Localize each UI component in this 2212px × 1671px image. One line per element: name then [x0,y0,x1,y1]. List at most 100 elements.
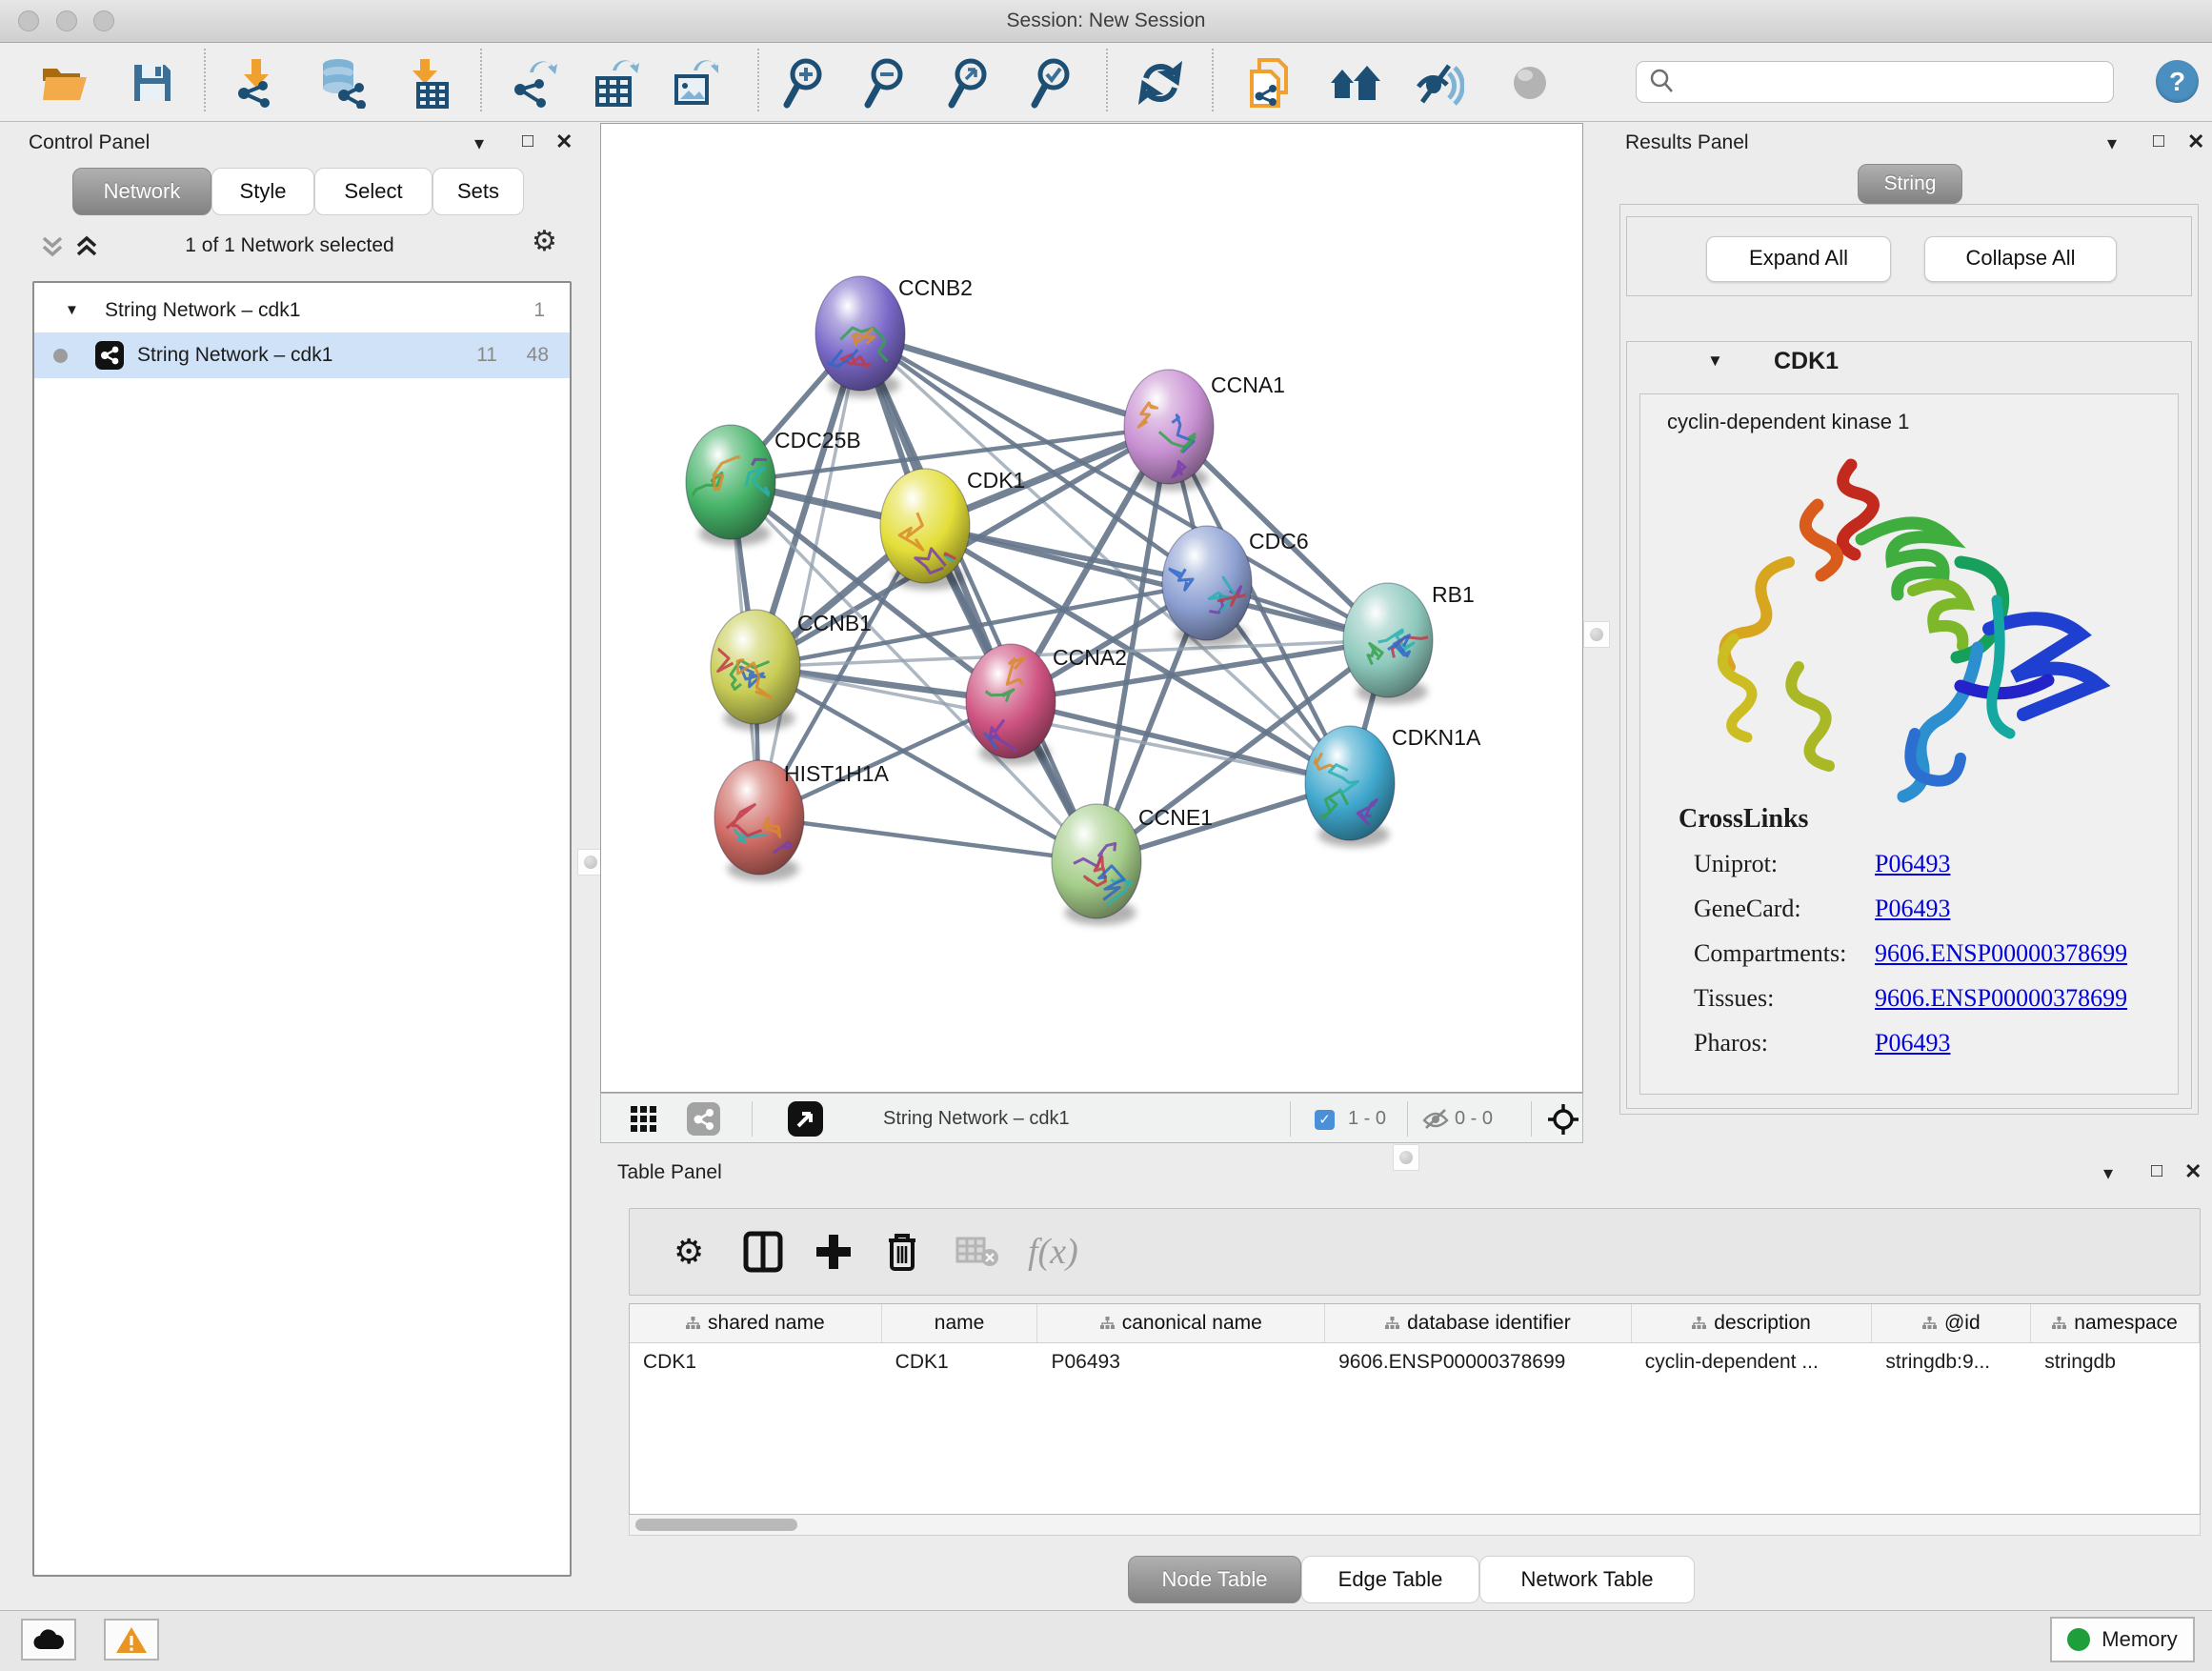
table-settings-gear-icon[interactable]: ⚙ [674,1209,704,1295]
expand-all-button[interactable]: Expand All [1706,236,1891,282]
zoom-out-icon[interactable] [858,56,914,110]
search-field[interactable] [1636,61,2114,103]
node-label-RB1: RB1 [1432,582,1475,607]
crosslinks-title: CrossLinks [1679,804,1808,835]
column-header-label: name [935,1312,985,1335]
show-columns-icon[interactable] [742,1209,784,1295]
toolbar-separator [480,49,482,111]
panel-float-icon[interactable]: □ [2153,131,2164,152]
tab-string[interactable]: String [1858,164,1962,204]
toolbar-separator [1531,1101,1532,1137]
crosslink-label: GeneCard: [1694,895,1801,922]
zoom-fit-icon[interactable] [942,56,997,110]
network-badge-icon[interactable] [687,1102,720,1136]
birdseye-toggle-icon[interactable] [1546,1102,1580,1137]
column-header-canonical-name[interactable]: canonical name [1037,1304,1325,1342]
delete-column-icon[interactable] [883,1209,921,1295]
table-header-row: shared name name canonical namedatabase id… [630,1304,2200,1343]
column-header-description[interactable]: description [1632,1304,1873,1342]
network-canvas[interactable]: CCNB2CCNA1CDC25BCDK1CDC6RB1CCNB1CCNA2CDK… [600,123,1583,1093]
scrollbar-thumb[interactable] [635,1519,797,1531]
node-label-CCNA2: CCNA2 [1053,645,1127,670]
table-cell: cyclin-dependent ... [1632,1343,1873,1381]
expand-collapse-bar: Expand All Collapse All [1626,216,2192,296]
table-row[interactable]: CDK1CDK1P064939606.ENSP00000378699cyclin… [630,1343,2200,1381]
column-header-database-identifier[interactable]: database identifier [1325,1304,1632,1342]
tab-edge-table[interactable]: Edge Table [1301,1556,1479,1603]
table-horizontal-scrollbar[interactable] [629,1515,2201,1536]
panel-close-icon[interactable]: ✕ [555,130,573,154]
new-network-from-selection-icon[interactable] [1242,56,1297,110]
results-panel: Results Panel ▾ □ ✕ String Expand All Co… [1619,122,2212,1143]
panel-menu-caret-icon[interactable]: ▾ [2107,131,2117,155]
zoom-in-icon[interactable] [777,56,833,110]
import-network-file-icon[interactable] [228,56,283,110]
apply-layout-icon[interactable] [1133,56,1188,110]
crosslink-link[interactable]: 9606.ENSP00000378699 [1875,984,2127,1013]
table-cell: CDK1 [882,1343,1038,1381]
export-image-icon[interactable] [666,56,721,110]
panel-menu-caret-icon[interactable]: ▾ [474,131,484,155]
network-options-gear-icon[interactable]: ⚙ [532,225,557,258]
open-in-window-icon[interactable] [788,1101,823,1137]
network-graph[interactable]: CCNB2CCNA1CDC25BCDK1CDC6RB1CCNB1CCNA2CDK… [601,124,1582,1092]
open-session-icon[interactable] [37,56,92,110]
show-graphics-details-icon[interactable] [1411,56,1466,110]
function-builder-icon: f(x) [1028,1209,1078,1295]
grid-view-icon[interactable] [630,1105,658,1134]
first-neighbors-icon[interactable] [1328,56,1383,110]
column-header-name[interactable]: name [882,1304,1038,1342]
panel-close-icon[interactable]: ✕ [2187,130,2204,154]
memory-button[interactable]: Memory [2050,1617,2195,1662]
export-table-icon[interactable] [587,56,642,110]
panel-menu-caret-icon[interactable]: ▾ [2103,1161,2113,1185]
panel-float-icon[interactable]: □ [522,131,533,152]
export-network-icon[interactable] [506,56,561,110]
birdseye-view-icon[interactable] [1502,56,1558,110]
collection-name: String Network – cdk1 [105,289,300,332]
panel-float-icon[interactable]: □ [2151,1160,2162,1182]
selected-checkbox[interactable]: ✓ [1315,1110,1335,1130]
collection-caret-icon[interactable]: ▼ [65,289,79,332]
help-button[interactable]: ? [2156,60,2199,103]
search-input[interactable] [1684,67,2113,97]
section-caret-icon[interactable]: ▼ [1707,352,1723,371]
control-panel: Control Panel ▾ □ ✕ NetworkStyleSelectSe… [10,122,570,1595]
gene-name: CDK1 [1774,348,1839,375]
import-network-database-icon[interactable] [313,56,369,110]
toolbar-separator [757,49,759,111]
tab-select[interactable]: Select [314,168,432,215]
toolbar-separator [1106,49,1108,111]
warnings-button[interactable] [104,1619,159,1661]
column-header-shared-name[interactable]: shared name [630,1304,882,1342]
panel-close-icon[interactable]: ✕ [2184,1159,2202,1184]
tab-sets[interactable]: Sets [432,168,524,215]
network-collection-row[interactable]: ▼ String Network – cdk1 1 [34,289,570,332]
add-column-icon[interactable] [813,1209,855,1295]
network-row[interactable]: String Network – cdk1 11 48 [34,332,570,378]
tab-node-table[interactable]: Node Table [1128,1556,1301,1603]
tab-network-table[interactable]: Network Table [1479,1556,1695,1603]
tab-network[interactable]: Network [72,168,211,215]
node-label-CCNA1: CCNA1 [1211,372,1285,397]
crosslink-link[interactable]: P06493 [1875,850,1950,878]
save-session-icon[interactable] [125,56,180,110]
node-table[interactable]: shared name name canonical namedatabase id… [629,1303,2201,1515]
node-label-CDC25B: CDC25B [774,428,861,453]
cloud-status-button[interactable] [21,1619,76,1661]
crosslink-link[interactable]: 9606.ENSP00000378699 [1875,939,2127,968]
import-table-file-icon[interactable] [399,56,454,110]
status-bar: Memory [0,1610,2212,1671]
column-header-namespace[interactable]: namespace [2031,1304,2200,1342]
zoom-selected-icon[interactable] [1025,56,1080,110]
crosslink-link[interactable]: P06493 [1875,1029,1950,1057]
right-splitter-handle[interactable] [1583,621,1610,648]
gene-description: cyclin-dependent kinase 1 [1667,410,1909,434]
collapse-all-button[interactable]: Collapse All [1924,236,2117,282]
crosslink-label: Uniprot: [1694,850,1778,877]
tab-style[interactable]: Style [211,168,314,215]
crosslink-link[interactable]: P06493 [1875,895,1950,923]
table-cell: 9606.ENSP00000378699 [1325,1343,1632,1381]
column-header--id[interactable]: @id [1872,1304,2031,1342]
control-panel-tabs: NetworkStyleSelectSets [72,168,549,215]
